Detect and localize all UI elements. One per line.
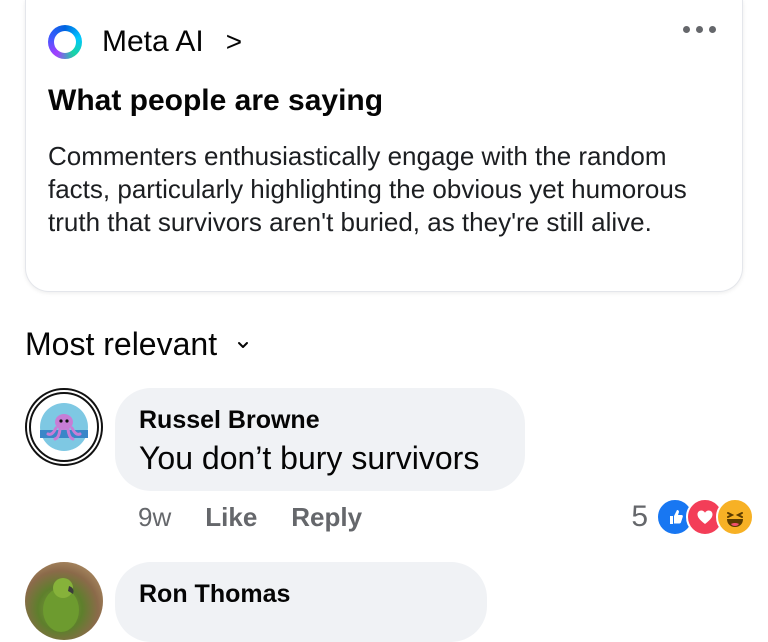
avatar[interactable] bbox=[25, 388, 103, 466]
comment-author[interactable]: Ron Thomas bbox=[139, 580, 290, 609]
summary-text: Commenters enthusiastically engage with … bbox=[48, 141, 687, 237]
summary-heading: What people are saying bbox=[48, 84, 384, 117]
chevron-right-icon[interactable]: > bbox=[226, 26, 242, 58]
reaction-count[interactable]: 5 bbox=[631, 500, 648, 534]
parrot-photo-icon bbox=[43, 578, 79, 632]
chevron-down-icon[interactable] bbox=[237, 339, 249, 351]
comment-bubble[interactable]: Ron Thomas bbox=[115, 562, 487, 642]
sort-label[interactable]: Most relevant bbox=[25, 326, 217, 363]
meta-ai-header[interactable]: Meta AI > bbox=[48, 20, 242, 64]
comment-timestamp[interactable]: 9w bbox=[138, 502, 171, 533]
more-options-icon[interactable] bbox=[683, 26, 716, 33]
octopus-logo-icon bbox=[29, 392, 99, 462]
comment-sort-dropdown[interactable]: Most relevant bbox=[25, 326, 249, 363]
reply-button[interactable]: Reply bbox=[291, 502, 362, 533]
like-button[interactable]: Like bbox=[205, 502, 257, 533]
haha-reaction-icon bbox=[716, 498, 754, 536]
meta-ai-logo-icon bbox=[48, 25, 82, 59]
meta-ai-summary-card: Meta AI > What people are saying Comment… bbox=[25, 0, 743, 292]
comment-text: You don’t bury survivors bbox=[139, 440, 480, 476]
avatar[interactable] bbox=[25, 562, 103, 640]
comment-actions: 9w Like Reply bbox=[138, 502, 362, 533]
comment-author[interactable]: Russel Browne bbox=[139, 406, 320, 435]
comment-bubble[interactable]: Russel Browne You don’t bury survivors bbox=[115, 388, 525, 491]
reaction-summary[interactable]: 5 bbox=[631, 498, 754, 536]
meta-ai-name[interactable]: Meta AI bbox=[102, 25, 204, 59]
